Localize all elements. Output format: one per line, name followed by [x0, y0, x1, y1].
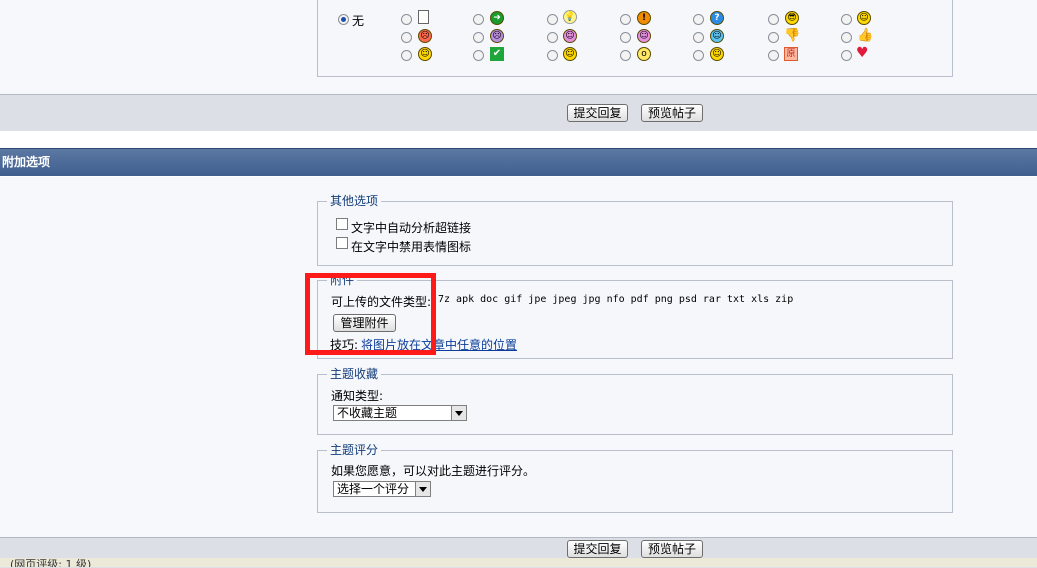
rating-prompt: 如果您愿意，可以对此主题进行评分。	[331, 464, 536, 478]
icon-radio[interactable]	[620, 32, 631, 43]
question-icon: ?	[710, 11, 724, 25]
green-arrow-icon: ➜	[490, 11, 504, 25]
highlight-box	[305, 273, 436, 355]
submit-reply-button-bottom[interactable]: 提交回复	[567, 540, 628, 558]
icon-radio[interactable]	[547, 32, 558, 43]
icon-radio[interactable]	[547, 14, 558, 25]
notify-type-value: 不收藏主题	[337, 406, 398, 420]
angry-icon: ☹	[418, 29, 432, 43]
smile-icon: ☺	[857, 11, 871, 25]
heart-icon: ♥	[856, 45, 869, 61]
status-text: (网页评级: 1 级)	[10, 558, 92, 567]
icon-radio[interactable]	[473, 32, 484, 43]
icon-radio[interactable]	[841, 50, 852, 61]
icon-radio[interactable]	[401, 32, 412, 43]
original-icon: 原	[784, 47, 798, 61]
notify-type-label: 通知类型:	[331, 389, 384, 403]
autolink-checkbox[interactable]	[336, 218, 348, 230]
status-bar: (网页评级: 1 级)	[0, 558, 1037, 567]
rating-value: 选择一个评分	[337, 482, 410, 496]
surprised-icon: o	[637, 47, 651, 61]
icon-radio[interactable]	[401, 14, 412, 25]
spacer	[0, 131, 1037, 148]
icon-none-label: 无	[352, 14, 365, 28]
check-icon: ✔	[490, 47, 504, 61]
icon-radio[interactable]	[768, 32, 779, 43]
submit-reply-button[interactable]: 提交回复	[567, 104, 628, 122]
exclamation-icon: !	[637, 11, 651, 25]
wink-icon: ☺	[710, 29, 724, 43]
icon-radio[interactable]	[473, 14, 484, 25]
icon-radio[interactable]	[547, 50, 558, 61]
thumbs-down-icon: 👎	[784, 28, 801, 43]
disable-smilies-label: 在文字中禁用表情图标	[351, 240, 472, 254]
other-options-legend: 其他选项	[327, 194, 382, 208]
icon-radio[interactable]	[768, 50, 779, 61]
disable-smilies-checkbox[interactable]	[336, 237, 348, 249]
document-icon	[418, 10, 429, 24]
icon-radio[interactable]	[841, 32, 852, 43]
lightbulb-icon: 💡	[563, 10, 577, 24]
chevron-down-icon	[415, 482, 430, 496]
icon-radio[interactable]	[620, 50, 631, 61]
section-header: 附加选项	[0, 148, 1037, 176]
notify-type-select[interactable]: 不收藏主题	[333, 405, 467, 421]
top-button-bar	[0, 94, 1037, 131]
rating-legend: 主题评分	[327, 443, 382, 457]
icon-radio[interactable]	[693, 14, 704, 25]
icon-radio[interactable]	[693, 50, 704, 61]
icon-radio[interactable]	[620, 14, 631, 25]
subscription-legend: 主题收藏	[327, 367, 382, 381]
cool-icon: 😎	[785, 11, 799, 25]
icon-radio[interactable]	[693, 32, 704, 43]
icon-none-radio[interactable]	[338, 14, 349, 25]
icon-radio[interactable]	[401, 50, 412, 61]
pink-smile-icon: ☺	[563, 29, 577, 43]
tongue-icon: ☺	[637, 29, 651, 43]
thumbs-up-icon: 👍	[857, 28, 874, 43]
icon-radio[interactable]	[768, 14, 779, 25]
autolink-label: 文字中自动分析超链接	[351, 221, 472, 235]
preview-post-button-bottom[interactable]: 预览帖子	[641, 540, 703, 558]
sad-icon: ☹	[490, 29, 504, 43]
icon-radio[interactable]	[473, 50, 484, 61]
icon-radio[interactable]	[841, 14, 852, 25]
chevron-down-icon	[451, 406, 466, 420]
happy-icon: ☺	[563, 47, 577, 61]
preview-post-button[interactable]: 预览帖子	[641, 104, 703, 122]
big-grin-icon: ☺	[418, 47, 432, 61]
grin-icon: ☺	[710, 47, 724, 61]
rating-select[interactable]: 选择一个评分	[333, 481, 431, 497]
allowed-types-list: 7z apk doc gif jpe jpeg jpg nfo pdf png …	[438, 294, 794, 305]
